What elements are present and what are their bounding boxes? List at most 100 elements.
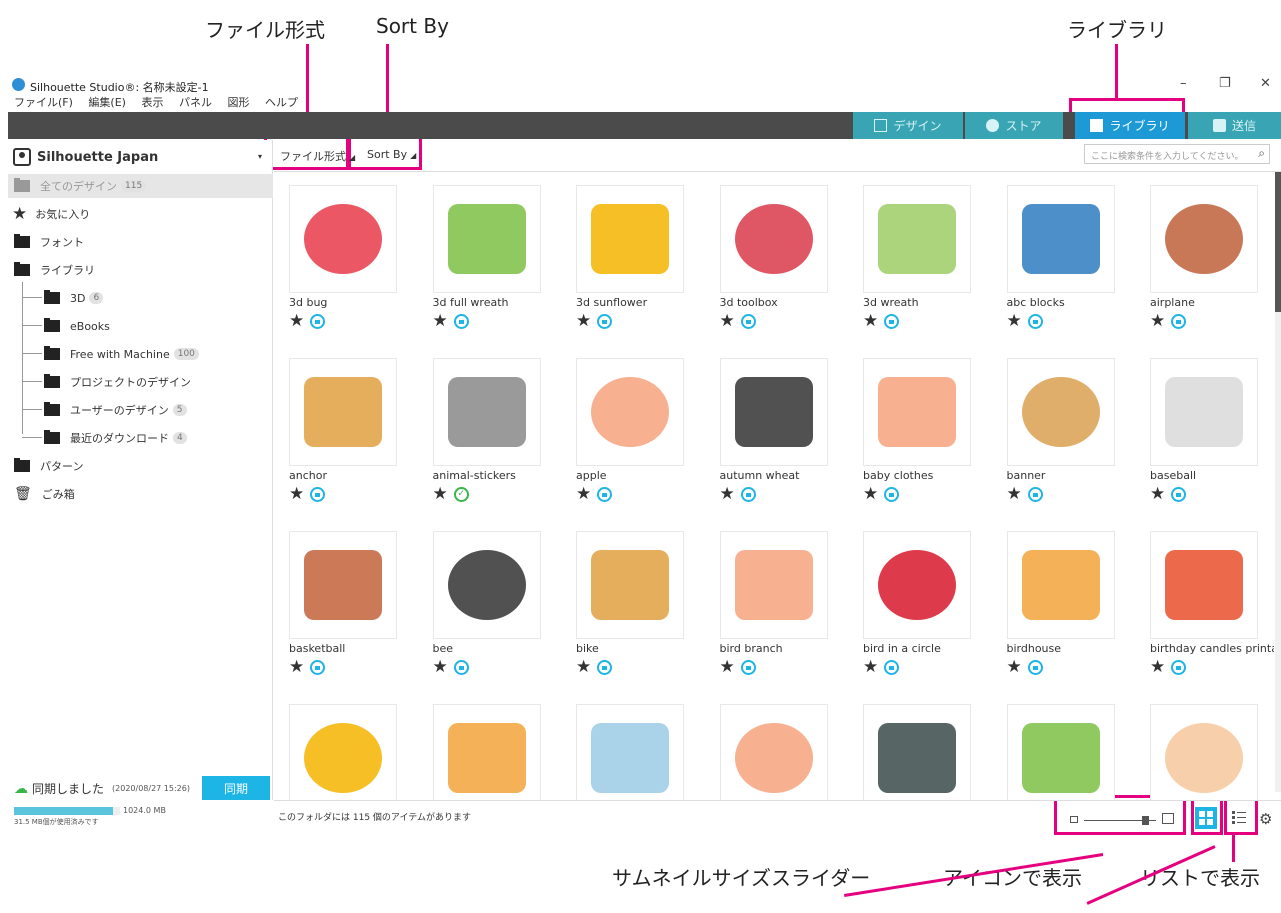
design-thumbnail[interactable] — [576, 704, 684, 800]
sidebar-item-library[interactable]: ライブラリ — [8, 258, 273, 282]
design-tile[interactable]: 3d sunflower ★ — [561, 173, 697, 343]
design-thumbnail[interactable] — [1006, 704, 1115, 800]
favorite-star-icon[interactable]: ★ — [1150, 486, 1165, 503]
menu-file[interactable]: ファイル(F) — [14, 96, 73, 109]
sidebar-item-favorites[interactable]: ★ お気に入り — [8, 202, 273, 226]
favorite-star-icon[interactable]: ★ — [1007, 486, 1022, 503]
restore-button[interactable]: ❐ — [1219, 76, 1231, 91]
design-tile[interactable]: bike ★ — [561, 519, 697, 689]
favorite-star-icon[interactable]: ★ — [863, 659, 878, 676]
design-tile[interactable]: anchor ★ — [274, 346, 410, 516]
tab-library[interactable]: ライブラリ — [1075, 112, 1185, 139]
favorite-star-icon[interactable]: ★ — [720, 486, 735, 503]
design-tile[interactable]: 3d full wreath ★ — [418, 173, 554, 343]
design-tile[interactable]: airplane ★ — [1135, 173, 1271, 343]
design-thumbnail[interactable] — [719, 185, 828, 293]
list-view-button[interactable] — [1228, 807, 1250, 829]
sidebar-item-user-designs[interactable]: ユーザーのデザイン 5 — [8, 398, 273, 422]
icon-view-button[interactable] — [1195, 807, 1217, 829]
design-tile[interactable]: banner ★ — [992, 346, 1128, 516]
sidebar-item-project-designs[interactable]: プロジェクトのデザイン — [8, 370, 273, 394]
design-tile[interactable] — [561, 692, 697, 800]
account-selector[interactable]: Silhouette Japan — [13, 146, 158, 168]
menu-view[interactable]: 表示 — [141, 96, 163, 109]
design-thumbnail[interactable] — [576, 185, 684, 293]
design-tile[interactable]: 3d toolbox ★ — [705, 173, 841, 343]
design-thumbnail[interactable] — [1150, 531, 1258, 639]
design-tile[interactable]: animal-stickers ★ ✓ — [418, 346, 554, 516]
slider-handle[interactable] — [1142, 816, 1149, 825]
design-thumbnail[interactable] — [863, 185, 971, 293]
menu-shape[interactable]: 図形 — [227, 96, 249, 109]
favorite-star-icon[interactable]: ★ — [1150, 659, 1165, 676]
menu-edit[interactable]: 編集(E) — [88, 96, 126, 109]
design-thumbnail[interactable] — [432, 185, 541, 293]
sidebar-item-ebooks[interactable]: eBooks — [8, 314, 273, 338]
close-button[interactable]: ✕ — [1260, 76, 1271, 91]
minimize-button[interactable]: – — [1180, 76, 1187, 91]
favorite-star-icon[interactable]: ★ — [720, 659, 735, 676]
design-tile[interactable]: apple ★ — [561, 346, 697, 516]
search-input[interactable]: ここに検索条件を入力してください。 ⌕ — [1084, 144, 1270, 164]
design-tile[interactable] — [418, 692, 554, 800]
design-thumbnail[interactable] — [432, 358, 541, 466]
design-thumbnail[interactable] — [1150, 704, 1258, 800]
favorite-star-icon[interactable]: ★ — [433, 313, 448, 330]
tab-design[interactable]: デザイン — [853, 112, 963, 139]
favorite-star-icon[interactable]: ★ — [720, 313, 735, 330]
sidebar-item-recent-downloads[interactable]: 最近のダウンロード 4 — [8, 426, 273, 450]
design-thumbnail[interactable] — [289, 704, 397, 800]
design-thumbnail[interactable] — [289, 358, 397, 466]
design-tile[interactable] — [705, 692, 841, 800]
design-tile[interactable]: basketball ★ — [274, 519, 410, 689]
design-thumbnail[interactable] — [289, 531, 397, 639]
design-thumbnail[interactable] — [576, 358, 684, 466]
design-tile[interactable]: autumn wheat ★ — [705, 346, 841, 516]
design-thumbnail[interactable] — [1006, 531, 1115, 639]
tab-store[interactable]: ストア — [965, 112, 1063, 139]
sync-button[interactable]: 同期 — [202, 776, 270, 800]
sidebar-item-all-designs[interactable]: 全てのデザイン 115 — [8, 174, 273, 198]
design-tile[interactable]: bird in a circle ★ — [848, 519, 984, 689]
design-thumbnail[interactable] — [289, 185, 397, 293]
favorite-star-icon[interactable]: ★ — [1150, 313, 1165, 330]
favorite-star-icon[interactable]: ★ — [289, 313, 304, 330]
design-thumbnail[interactable] — [1006, 185, 1115, 293]
design-thumbnail[interactable] — [576, 531, 684, 639]
design-thumbnail[interactable] — [432, 531, 541, 639]
design-thumbnail[interactable] — [719, 531, 828, 639]
thumbnail-size-slider[interactable] — [1070, 813, 1180, 827]
design-tile[interactable]: bee ★ — [418, 519, 554, 689]
gear-icon[interactable]: ⚙ — [1259, 810, 1272, 828]
design-tile[interactable]: baseball ★ — [1135, 346, 1271, 516]
favorite-star-icon[interactable]: ★ — [289, 659, 304, 676]
design-thumbnail[interactable] — [863, 358, 971, 466]
favorite-star-icon[interactable]: ★ — [433, 659, 448, 676]
sidebar-item-patterns[interactable]: パターン — [8, 454, 273, 478]
design-tile[interactable]: birthday candles printab ★ — [1135, 519, 1274, 689]
design-tile[interactable] — [274, 692, 410, 800]
favorite-star-icon[interactable]: ★ — [433, 486, 448, 503]
design-tile[interactable]: 3d bug ★ — [274, 173, 410, 343]
sidebar-item-fonts[interactable]: フォント — [8, 230, 273, 254]
favorite-star-icon[interactable]: ★ — [1007, 313, 1022, 330]
file-format-dropdown[interactable]: ファイル形式 ◢ — [280, 148, 355, 164]
menu-help[interactable]: ヘルプ — [265, 96, 298, 109]
design-tile[interactable] — [992, 692, 1128, 800]
menu-panel[interactable]: パネル — [179, 96, 212, 109]
favorite-star-icon[interactable]: ★ — [576, 486, 591, 503]
design-tile[interactable] — [848, 692, 984, 800]
design-tile[interactable] — [1135, 692, 1271, 800]
sort-by-dropdown[interactable]: Sort By ◢ — [367, 148, 416, 161]
chevron-down-icon[interactable]: ▾ — [258, 152, 262, 161]
design-thumbnail[interactable] — [863, 531, 971, 639]
design-thumbnail[interactable] — [1006, 358, 1115, 466]
design-tile[interactable]: 3d wreath ★ — [848, 173, 984, 343]
tab-send[interactable]: 送信 — [1188, 112, 1281, 139]
design-thumbnail[interactable] — [863, 704, 971, 800]
favorite-star-icon[interactable]: ★ — [576, 659, 591, 676]
sidebar-item-free-with-machine[interactable]: Free with Machine 100 — [8, 342, 273, 366]
search-icon[interactable]: ⌕ — [1258, 146, 1265, 161]
favorite-star-icon[interactable]: ★ — [863, 486, 878, 503]
favorite-star-icon[interactable]: ★ — [576, 313, 591, 330]
